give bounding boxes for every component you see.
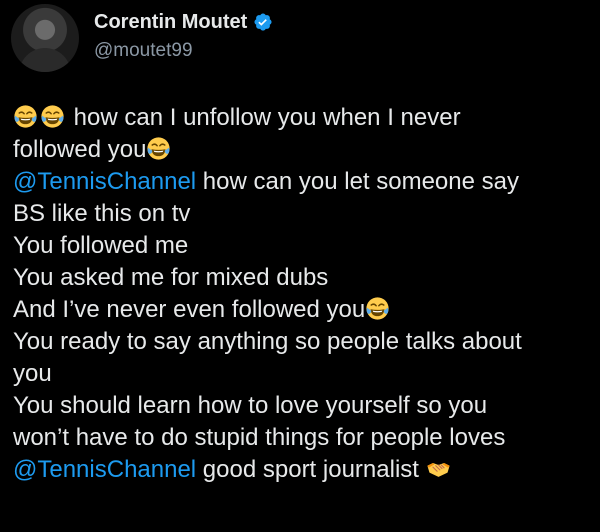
laughing-tears-emoji xyxy=(41,105,64,128)
author-name-row: Corentin Moutet xyxy=(94,8,273,36)
laughing-tears-emoji xyxy=(147,137,171,160)
tweet-line-text: won’t have to do stupid things for peopl… xyxy=(13,424,506,451)
tweet-line: And I’ve never even followed you xyxy=(13,294,593,326)
tweet-line-text: how can I unfollow you when I never xyxy=(67,104,461,131)
tweet-line: how can I unfollow you when I never xyxy=(13,102,593,134)
verified-badge-icon xyxy=(254,13,272,31)
tweet-line: won’t have to do stupid things for peopl… xyxy=(13,422,593,454)
tweet: Corentin Moutet @moutet99 how can I unfo… xyxy=(0,0,600,532)
tweet-line: followed you xyxy=(13,134,593,166)
mention-link[interactable]: @TennisChannel xyxy=(13,168,196,195)
tweet-line-text: followed you xyxy=(13,136,147,163)
author-handle[interactable]: @moutet99 xyxy=(94,38,273,64)
tweet-line-text: You followed me xyxy=(13,232,189,259)
tweet-line-text: You asked me for mixed dubs xyxy=(13,264,329,291)
tweet-line: You should learn how to love yourself so… xyxy=(13,390,593,422)
tweet-line: @TennisChannel good sport journalist xyxy=(13,454,593,486)
tweet-line-text: how can you let someone say xyxy=(196,168,519,195)
tweet-line: You asked me for mixed dubs xyxy=(13,262,593,294)
laughing-tears-emoji xyxy=(366,297,389,320)
tweet-line-text: you xyxy=(13,360,52,387)
tweet-author: Corentin Moutet @moutet99 xyxy=(94,8,273,64)
tweet-line: @TennisChannel how can you let someone s… xyxy=(13,166,593,198)
tweet-text: how can I unfollow you when I never follo… xyxy=(13,102,593,486)
mention-link[interactable]: @TennisChannel xyxy=(13,456,196,483)
tweet-line: BS like this on tv xyxy=(13,198,593,230)
avatar-figure xyxy=(19,48,71,72)
laughing-tears-emoji xyxy=(14,105,37,128)
avatar[interactable] xyxy=(11,4,79,72)
tweet-line: You ready to say anything so people talk… xyxy=(13,326,593,358)
tweet-line-text: You ready to say anything so people talk… xyxy=(13,328,522,355)
tweet-line: You followed me xyxy=(13,230,593,262)
tweet-line-text: You should learn how to love yourself so… xyxy=(13,392,488,419)
author-name[interactable]: Corentin Moutet xyxy=(94,8,247,36)
tweet-line: you xyxy=(13,358,593,390)
handshake-emoji xyxy=(426,462,450,477)
tweet-line-text: BS like this on tv xyxy=(13,200,191,227)
tweet-line-text: And I’ve never even followed you xyxy=(13,296,366,323)
tweet-line-text: good sport journalist xyxy=(196,456,426,483)
